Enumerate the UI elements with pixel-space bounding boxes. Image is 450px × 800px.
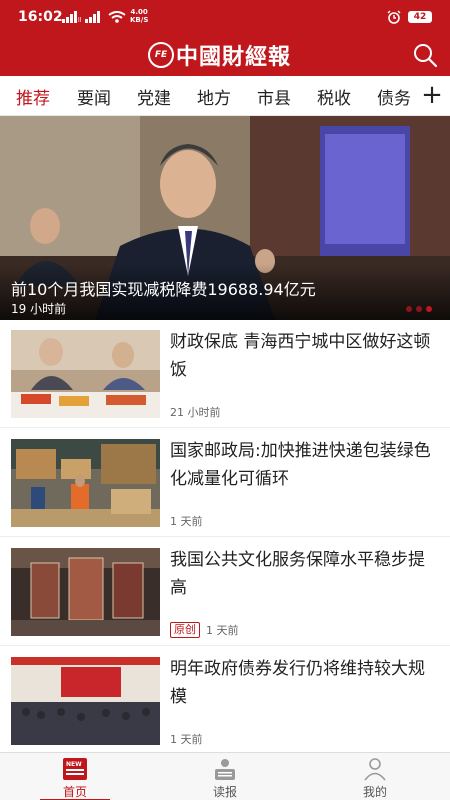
reader-icon <box>215 759 235 780</box>
news-home-icon: NEW <box>63 758 87 780</box>
carousel-indicator <box>406 306 432 312</box>
app-header: FE 中國財經報 <box>0 36 450 76</box>
hero-banner[interactable]: 前10个月我国实现减税降费19688.94亿元 19 小时前 <box>0 116 450 320</box>
news-time: 1 天前 <box>206 624 239 637</box>
logo-text: 中國財經報 <box>176 44 292 70</box>
news-thumbnail <box>11 657 160 745</box>
carousel-dot[interactable] <box>406 306 412 312</box>
news-title[interactable]: 国家邮政局:加快推进快递包装绿色化减量化可循环 <box>170 437 440 493</box>
news-time: 21 小时前 <box>170 406 221 419</box>
news-title[interactable]: 明年政府债券发行仍将维持较大规模 <box>170 655 440 711</box>
carousel-dot[interactable] <box>416 306 422 312</box>
news-item[interactable]: 我国公共文化服务保障水平稳步提高 原创 1 天前 <box>0 538 450 646</box>
hero-time: 19 小时前 <box>11 302 67 316</box>
news-meta: 原创 1 天前 <box>170 622 239 638</box>
nav-label-profile: 我的 <box>362 785 387 799</box>
nav-reader[interactable]: 读报 <box>150 753 300 800</box>
bottom-nav: NEW 首页 读报 我的 <box>0 752 450 800</box>
news-thumbnail <box>11 439 160 527</box>
original-badge: 原创 <box>170 622 200 638</box>
signal-icon: ll <box>62 11 82 23</box>
nav-profile[interactable]: 我的 <box>300 753 450 800</box>
nav-label-reader: 读报 <box>212 785 237 799</box>
news-thumbnail <box>11 548 160 636</box>
logo-badge: FE <box>148 42 174 68</box>
hero-title[interactable]: 前10个月我国实现减税降费19688.94亿元 <box>11 276 316 300</box>
alarm-icon <box>387 10 401 24</box>
tab-debt[interactable]: 债务 <box>377 84 411 109</box>
tab-county[interactable]: 市县 <box>257 84 291 109</box>
status-bar: 16:02 ll 4.00 KB/S 42 <box>0 0 450 36</box>
network-speed: 4.00 KB/S <box>130 8 148 24</box>
news-time: 1 天前 <box>170 515 203 528</box>
nav-home[interactable]: NEW 首页 <box>0 753 150 800</box>
svg-text:ll: ll <box>78 17 82 23</box>
tab-recommend[interactable]: 推荐 <box>16 84 50 109</box>
news-time: 1 天前 <box>170 733 203 746</box>
app-logo: FE 中國財經報 <box>148 40 291 70</box>
news-item[interactable]: 财政保底 青海西宁城中区做好这顿饭 21 小时前 <box>0 320 450 428</box>
news-title[interactable]: 财政保底 青海西宁城中区做好这顿饭 <box>170 328 440 384</box>
tab-party[interactable]: 党建 <box>137 84 171 109</box>
carousel-dot-active[interactable] <box>426 306 432 312</box>
svg-text:NEW: NEW <box>66 761 82 768</box>
news-meta: 1 天前 <box>170 513 203 529</box>
channel-tabs: 推荐 要闻 党建 地方 市县 税收 债务 + <box>0 76 450 116</box>
speed-value: 4.00 <box>130 8 148 16</box>
speed-unit: KB/S <box>130 16 149 24</box>
tab-headlines[interactable]: 要闻 <box>77 84 111 109</box>
tab-tax[interactable]: 税收 <box>317 84 351 109</box>
search-icon[interactable] <box>412 42 438 68</box>
battery-indicator: 42 <box>408 11 432 23</box>
news-meta: 1 天前 <box>170 731 203 747</box>
news-meta: 21 小时前 <box>170 404 221 420</box>
news-thumbnail <box>11 330 160 418</box>
profile-icon <box>364 758 386 781</box>
nav-label-home: 首页 <box>62 785 87 799</box>
add-channel-button[interactable]: + <box>414 76 450 115</box>
status-time: 16:02 <box>18 9 63 25</box>
wifi-icon <box>108 11 126 23</box>
news-item[interactable]: 明年政府债券发行仍将维持较大规模 1 天前 <box>0 647 450 755</box>
tab-local[interactable]: 地方 <box>197 84 231 109</box>
news-item[interactable]: 国家邮政局:加快推进快递包装绿色化减量化可循环 1 天前 <box>0 429 450 537</box>
news-title[interactable]: 我国公共文化服务保障水平稳步提高 <box>170 546 440 602</box>
signal-2-icon <box>85 11 100 23</box>
